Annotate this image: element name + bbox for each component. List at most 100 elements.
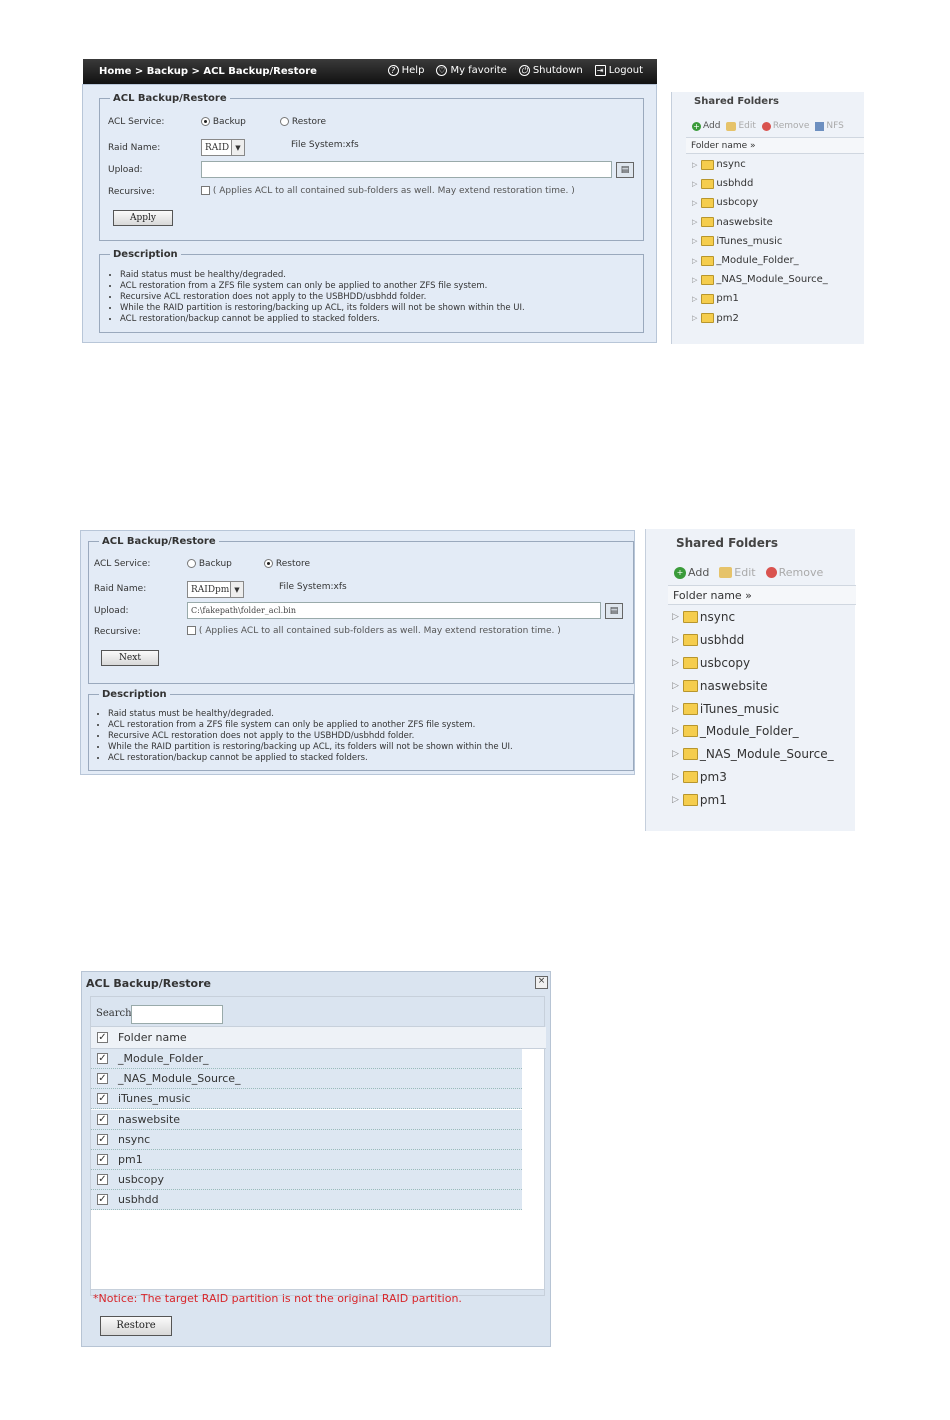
expand-icon[interactable]: ▷ (672, 749, 679, 759)
recursive-checkbox[interactable] (201, 186, 210, 195)
restore-radio[interactable]: Restore (280, 117, 326, 127)
folder-item[interactable]: ▷ usbcopy (672, 652, 834, 675)
backup-radio[interactable]: Backup (201, 117, 246, 127)
restore-radio[interactable]: Restore (264, 559, 310, 569)
help-link[interactable]: ? Help (387, 65, 424, 76)
table-row[interactable]: ✓ _Module_Folder_ (91, 1049, 522, 1069)
logout-icon: ⇥ (594, 65, 606, 76)
recursive-label: Recursive: (94, 627, 141, 637)
expand-icon[interactable]: ▷ (692, 257, 697, 265)
backup-radio[interactable]: Backup (187, 559, 232, 569)
folder-item[interactable]: ▷ nsync (672, 606, 834, 629)
folder-item[interactable]: ▷ pm2 (692, 309, 828, 328)
folder-item[interactable]: ▷ naswebsite (692, 213, 828, 232)
expand-icon[interactable]: ▷ (672, 795, 679, 805)
expand-icon[interactable]: ▷ (672, 681, 679, 691)
row-checkbox[interactable]: ✓ (97, 1093, 108, 1105)
shared-folders-panel: Shared Folders + Add Edit Remove NFS Fold… (671, 92, 864, 344)
folder-item[interactable]: ▷ pm1 (672, 788, 834, 811)
expand-icon[interactable]: ▷ (692, 276, 697, 284)
table-row[interactable]: ✓ pm1 (91, 1150, 522, 1170)
close-icon[interactable]: × (535, 976, 548, 989)
expand-icon[interactable]: ▷ (672, 704, 679, 714)
folder-item[interactable]: ▷ iTunes_music (692, 232, 828, 251)
expand-icon[interactable]: ▷ (692, 199, 697, 207)
upload-field[interactable]: C:\fakepath\folder_acl.bin (187, 602, 601, 619)
folder-item[interactable]: ▷ usbhdd (692, 174, 828, 193)
expand-icon[interactable]: ▷ (692, 295, 697, 303)
nfs-button[interactable]: NFS (815, 121, 844, 131)
recursive-option[interactable]: ( Applies ACL to all contained sub-folde… (187, 626, 561, 636)
expand-icon[interactable]: ▷ (672, 726, 679, 736)
folder-item[interactable]: ▷ nsync (692, 155, 828, 174)
table-row[interactable]: ✓ usbcopy (91, 1170, 522, 1191)
row-checkbox[interactable]: ✓ (97, 1053, 108, 1064)
browse-button[interactable]: ▤ (616, 162, 634, 178)
add-folder-button[interactable]: + Add (674, 566, 709, 579)
edit-folder-button[interactable]: Edit (726, 121, 756, 131)
select-all-checkbox[interactable]: ✓ (97, 1032, 108, 1043)
shutdown-link[interactable]: ⏻ Shutdown (518, 65, 583, 76)
table-row[interactable]: ✓ nsync (91, 1129, 522, 1150)
browse-button[interactable]: ▤ (605, 603, 623, 619)
row-checkbox[interactable]: ✓ (97, 1154, 108, 1165)
folder-item[interactable]: ▷ _Module_Folder_ (692, 251, 828, 270)
folder-name-header[interactable]: Folder name » (686, 137, 864, 154)
folder-item[interactable]: ▷ usbcopy (692, 193, 828, 212)
folder-item[interactable]: ▷ _NAS_Module_Source_ (692, 270, 828, 289)
row-checkbox[interactable]: ✓ (97, 1113, 108, 1125)
add-folder-button[interactable]: + Add (692, 121, 720, 131)
folder-name-header[interactable]: Folder name » (668, 585, 856, 605)
favorite-link[interactable]: ♡ My favorite (436, 65, 507, 76)
row-folder-name: usbhdd (118, 1193, 159, 1207)
folder-item[interactable]: ▷ pm1 (692, 289, 828, 308)
logout-link[interactable]: ⇥ Logout (594, 65, 643, 76)
shared-folders-title: Shared Folders (676, 536, 778, 550)
expand-icon[interactable]: ▷ (672, 772, 679, 782)
recursive-checkbox[interactable] (187, 626, 196, 635)
expand-icon[interactable]: ▷ (692, 237, 697, 245)
breadcrumb: Home > Backup > ACL Backup/Restore (99, 66, 317, 77)
expand-icon[interactable]: ▷ (692, 180, 697, 188)
remove-folder-button[interactable]: Remove (761, 121, 809, 131)
expand-icon[interactable]: ▷ (692, 314, 697, 322)
folder-item[interactable]: ▷ usbhdd (672, 629, 834, 652)
expand-icon[interactable]: ▷ (672, 635, 679, 645)
expand-icon[interactable]: ▷ (672, 658, 679, 668)
row-checkbox[interactable]: ✓ (97, 1194, 108, 1206)
folder-item[interactable]: ▷ _Module_Folder_ (672, 720, 834, 743)
folder-item[interactable]: ▷ iTunes_music (672, 697, 834, 720)
folder-item[interactable]: ▷ naswebsite (672, 674, 834, 697)
table-row[interactable]: ✓ _NAS_Module_Source_ (91, 1069, 522, 1090)
folder-label: pm1 (699, 792, 727, 807)
raid-select[interactable]: RAID ▼ (201, 139, 245, 156)
folder-item[interactable]: ▷ pm3 (672, 766, 834, 789)
folder-label: nsync (699, 610, 736, 625)
apply-button[interactable]: Apply (113, 210, 173, 226)
row-checkbox[interactable]: ✓ (97, 1174, 108, 1186)
edit-folder-button[interactable]: Edit (719, 566, 756, 579)
expand-icon[interactable]: ▷ (692, 218, 697, 226)
power-icon: ⏻ (518, 65, 530, 76)
description-item: Raid status must be healthy/degraded. (120, 270, 525, 281)
recursive-option[interactable]: ( Applies ACL to all contained sub-folde… (201, 186, 575, 196)
row-checkbox[interactable]: ✓ (97, 1073, 108, 1085)
table-row[interactable]: ✓ usbhdd (91, 1190, 522, 1211)
next-button[interactable]: Next (101, 650, 159, 666)
table-row[interactable]: ✓ iTunes_music (91, 1089, 522, 1110)
remove-folder-button[interactable]: Remove (765, 566, 823, 579)
folder-label: usbcopy (699, 655, 751, 670)
folder-icon (701, 255, 715, 266)
row-checkbox[interactable]: ✓ (97, 1133, 108, 1145)
expand-icon[interactable]: ▷ (672, 612, 679, 622)
upload-field[interactable] (201, 161, 612, 178)
folder-item[interactable]: ▷ _NAS_Module_Source_ (672, 743, 834, 766)
restore-button[interactable]: Restore (100, 1316, 172, 1336)
expand-icon[interactable]: ▷ (692, 161, 697, 169)
raid-select[interactable]: RAIDpm ▼ (187, 581, 244, 598)
search-input[interactable] (131, 1005, 223, 1024)
folder-label: naswebsite (716, 216, 773, 228)
table-row[interactable]: ✓ naswebsite (91, 1109, 522, 1130)
row-folder-name: usbcopy (118, 1173, 164, 1187)
notice-text: *Notice: The target RAID partition is no… (93, 1292, 462, 1305)
